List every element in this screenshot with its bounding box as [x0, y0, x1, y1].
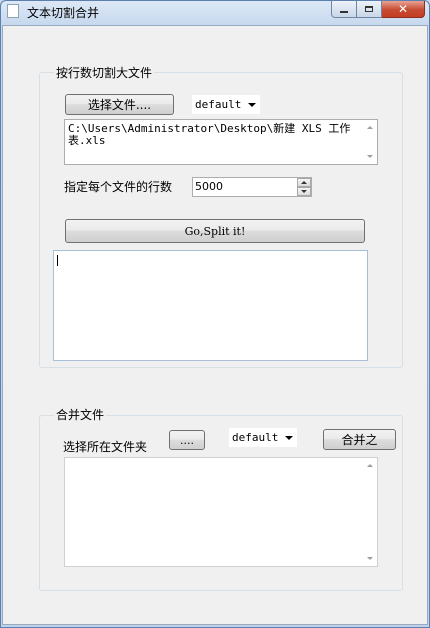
lines-per-file-label: 指定每个文件的行数: [64, 180, 173, 194]
merge-list-scrollbar[interactable]: [361, 458, 377, 566]
file-path-textarea[interactable]: C:\Users\Administrator\Desktop\新建 XLS 工作…: [64, 119, 378, 165]
chevron-down-icon: [248, 103, 256, 107]
caption-buttons: ✕: [331, 1, 425, 19]
scroll-down-icon[interactable]: [367, 557, 373, 560]
window-title: 文本切割合并: [27, 6, 100, 20]
folder-label: 选择所在文件夹: [63, 440, 148, 454]
text-caret: [57, 255, 58, 266]
scroll-up-icon[interactable]: [367, 126, 373, 129]
merge-file-list[interactable]: [64, 457, 378, 567]
file-path-text: C:\Users\Administrator\Desktop\新建 XLS 工作…: [68, 122, 351, 147]
app-icon: [7, 4, 19, 18]
merge-button-label: 合并之: [341, 433, 378, 447]
scroll-up-icon[interactable]: [367, 464, 373, 467]
merge-encoding-select[interactable]: default: [229, 428, 297, 447]
split-encoding-select[interactable]: default: [192, 95, 260, 114]
browse-folder-label: ....: [180, 433, 194, 447]
title-bar[interactable]: 文本切割合并 ✕: [1, 1, 429, 23]
merge-group-title: 合并文件: [54, 406, 107, 423]
client-area: 按行数切割大文件 选择文件.... default C:\Users\Admin…: [2, 25, 428, 625]
maximize-button[interactable]: [357, 1, 382, 18]
merge-encoding-value: default: [232, 431, 279, 444]
split-button[interactable]: Go,Split it!: [65, 219, 365, 243]
lines-per-file-field[interactable]: [195, 180, 295, 193]
close-button[interactable]: ✕: [382, 1, 425, 18]
file-path-scrollbar[interactable]: [361, 120, 377, 164]
lines-per-file-input[interactable]: [192, 177, 312, 197]
split-button-label: Go,Split it!: [184, 224, 246, 238]
spin-up-icon[interactable]: [297, 178, 311, 187]
split-log-textarea[interactable]: [53, 250, 368, 361]
split-group-title: 按行数切割大文件: [54, 64, 155, 81]
split-encoding-value: default: [195, 98, 242, 111]
spin-down-icon[interactable]: [297, 187, 311, 196]
choose-file-label: 选择文件....: [87, 98, 152, 112]
app-window: 文本切割合并 ✕ 按行数切割大文件 选择文件.... default C:\Us…: [0, 0, 430, 628]
lines-spinner[interactable]: [297, 178, 311, 196]
merge-button[interactable]: 合并之: [323, 429, 396, 450]
minimize-button[interactable]: [331, 1, 357, 18]
maximize-icon: [365, 6, 373, 12]
choose-file-button[interactable]: 选择文件....: [65, 94, 174, 115]
close-icon: ✕: [397, 2, 409, 16]
chevron-down-icon: [285, 436, 293, 440]
browse-folder-button[interactable]: ....: [169, 430, 205, 450]
scroll-down-icon[interactable]: [367, 155, 373, 158]
minimize-icon: [340, 11, 348, 13]
